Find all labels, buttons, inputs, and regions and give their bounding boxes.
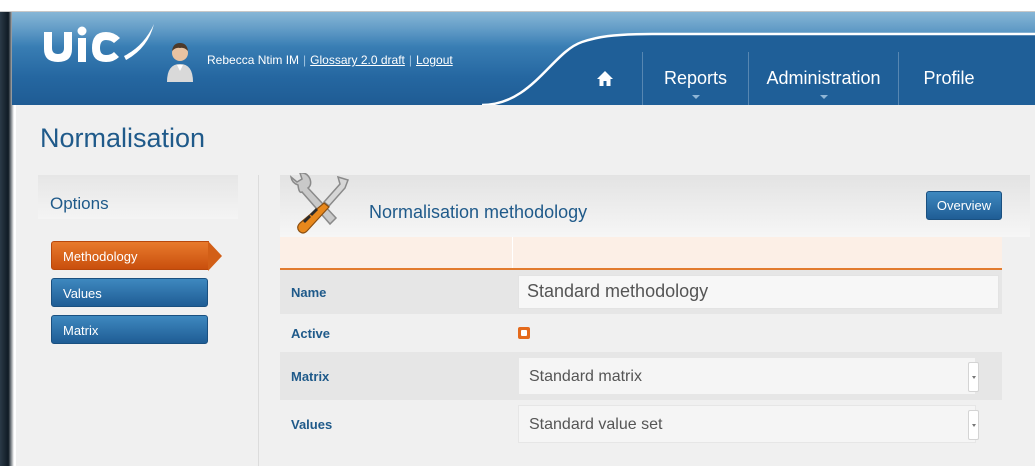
chevron-down-icon[interactable]	[968, 362, 979, 392]
nav-administration[interactable]: Administration	[749, 52, 899, 105]
sidebar-item-values[interactable]: Values	[51, 278, 208, 307]
overview-button[interactable]: Overview	[926, 191, 1002, 220]
values-label: Values	[291, 416, 333, 432]
main-panel: Normalisation methodology Overview Name …	[280, 173, 1030, 466]
active-checkbox[interactable]	[518, 327, 530, 339]
sidebar-item-label: Matrix	[63, 323, 99, 338]
matrix-select[interactable]: Standard matrix	[518, 357, 976, 395]
name-field[interactable]: Standard methodology	[518, 275, 999, 309]
name-value-cell: Standard methodology	[513, 270, 1002, 314]
page-body: Normalisation Options Methodology Values…	[16, 105, 1035, 466]
options-header: Options	[38, 175, 238, 219]
panel-header: Normalisation methodology Overview	[280, 173, 1030, 237]
matrix-value-cell: Standard matrix	[513, 352, 1002, 400]
home-icon	[596, 71, 613, 86]
chevron-down-icon	[819, 95, 828, 99]
sidebar-item-methodology[interactable]: Methodology	[51, 241, 222, 271]
user-name: Rebecca Ntim IM	[207, 53, 300, 67]
nav-reports[interactable]: Reports	[643, 52, 749, 105]
main-nav: Reports Administration Profile	[567, 52, 999, 105]
sidebar-item-matrix[interactable]: Matrix	[51, 315, 208, 344]
active-value-cell	[513, 314, 1002, 352]
nav-profile[interactable]: Profile	[899, 52, 999, 105]
name-label: Name	[291, 284, 327, 300]
column-divider	[258, 175, 259, 466]
panel-title: Normalisation methodology	[369, 202, 588, 222]
user-info-line: Rebecca Ntim IM | Glossary 2.0 draft | Logou…	[207, 53, 453, 67]
form-row-matrix: Matrix Standard matrix	[280, 352, 1002, 400]
matrix-label: Matrix	[291, 368, 330, 384]
methodology-form: Name Standard methodology Active Matrix …	[280, 237, 1002, 448]
values-select[interactable]: Standard value set	[518, 405, 976, 443]
form-row-name: Name Standard methodology	[280, 270, 1002, 314]
sidebar-item-label: Values	[63, 286, 102, 301]
header-cell	[280, 237, 513, 268]
nav-home[interactable]	[567, 52, 643, 105]
options-sidebar: Options Methodology Values Matrix	[38, 175, 238, 466]
values-value-cell: Standard value set	[513, 400, 1002, 448]
active-label: Active	[291, 325, 331, 341]
nav-reports-label: Reports	[663, 68, 728, 88]
form-row-values: Values Standard value set	[280, 400, 1002, 448]
chevron-down-icon	[691, 95, 700, 99]
tools-icon	[289, 173, 349, 234]
chevron-down-icon[interactable]	[968, 410, 979, 440]
page-title: Normalisation	[40, 123, 206, 153]
nav-administration-label: Administration	[766, 68, 881, 88]
user-avatar-icon	[167, 43, 193, 82]
options-title: Options	[50, 194, 109, 213]
separator: |	[408, 53, 412, 67]
uic-logo[interactable]	[38, 20, 158, 70]
nav-profile-label: Profile	[923, 68, 975, 88]
form-row-active: Active	[280, 314, 1002, 352]
logout-link[interactable]: Logout	[416, 53, 453, 67]
separator: |	[303, 53, 307, 67]
app-header: Rebecca Ntim IM | Glossary 2.0 draft | Logou…	[12, 12, 1035, 105]
glossary-link[interactable]: Glossary 2.0 draft	[310, 53, 405, 67]
sidebar-item-label: Methodology	[63, 249, 138, 264]
form-header-row	[280, 237, 1002, 270]
